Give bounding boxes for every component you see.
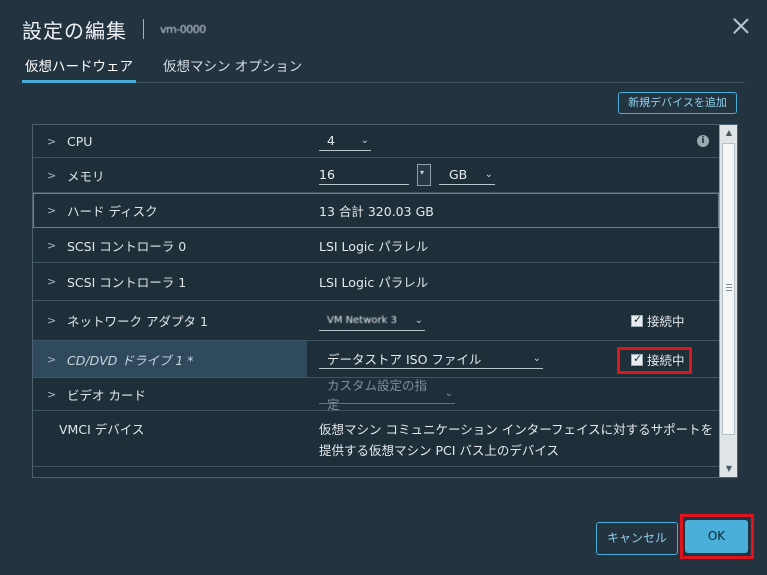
highlight-connected-checkbox bbox=[617, 347, 692, 374]
hardware-row-video-card: > ビデオ カード カスタム設定の指定 ⌄ bbox=[33, 378, 719, 412]
memory-expander[interactable]: > メモリ bbox=[33, 158, 307, 192]
checkbox-checked-icon bbox=[631, 313, 643, 327]
chevron-right-icon: > bbox=[47, 275, 57, 288]
close-icon[interactable] bbox=[733, 18, 749, 34]
video-card-label: ビデオ カード bbox=[67, 387, 146, 403]
edit-settings-dialog: 設定の編集 vm-0000 仮想ハードウェア 仮想マシン オプション 新規デバイ… bbox=[0, 0, 767, 575]
chevron-right-icon: > bbox=[47, 387, 57, 401]
vmci-label: VMCI デバイス bbox=[59, 422, 145, 437]
vmci-label-cell: VMCI デバイス bbox=[33, 411, 307, 438]
hardware-list: > CPU 4 ⌄ i > メモリ 16 ▾ GB ⌄ > ハード ディスク 1… bbox=[33, 125, 719, 467]
hard-disk-summary: 13 合計 320.03 GB bbox=[319, 203, 434, 219]
scsi-1-expander[interactable]: > SCSI コントローラ 1 bbox=[33, 263, 307, 300]
vmci-description: 仮想マシン コミュニケーション インターフェイスに対するサポートを提供する仮想マ… bbox=[319, 422, 714, 458]
cd-dvd-media-value: データストア ISO ファイル bbox=[327, 352, 482, 367]
hard-disk-expander[interactable]: > ハード ディスク bbox=[33, 193, 307, 227]
title-divider bbox=[143, 19, 144, 39]
tab-vm-options[interactable]: 仮想マシン オプション bbox=[160, 57, 305, 83]
memory-label: メモリ bbox=[67, 168, 105, 184]
highlight-ok-button bbox=[680, 514, 754, 559]
hardware-row-scsi-1: > SCSI コントローラ 1 LSI Logic パラレル bbox=[33, 263, 719, 301]
scrollbar-thumb[interactable] bbox=[722, 143, 735, 435]
network-adapter-expander[interactable]: > ネットワーク アダプタ 1 bbox=[33, 301, 307, 340]
vm-name: vm-0000 bbox=[160, 22, 206, 36]
cpu-count-select[interactable]: 4 ⌄ bbox=[319, 131, 371, 151]
chevron-right-icon: > bbox=[47, 238, 57, 252]
chevron-down-icon: ⌄ bbox=[532, 353, 541, 364]
scsi-1-label: SCSI コントローラ 1 bbox=[67, 275, 187, 290]
hardware-row-scsi-0: > SCSI コントローラ 0 LSI Logic パラレル bbox=[33, 228, 719, 263]
chevron-down-icon: ⌄ bbox=[484, 169, 493, 180]
dialog-title: 設定の編集 bbox=[22, 18, 127, 43]
scroll-up-icon[interactable]: ▲ bbox=[720, 125, 737, 141]
scsi-0-type: LSI Logic パラレル bbox=[319, 238, 429, 254]
add-new-device-button[interactable]: 新規デバイスを追加 bbox=[618, 92, 737, 114]
hardware-row-network-adapter: > ネットワーク アダプタ 1 VM Network 3 ⌄ 接続中 bbox=[33, 301, 719, 341]
cd-dvd-expander[interactable]: > CD/DVD ドライブ 1 * bbox=[33, 341, 307, 377]
memory-unit-value: GB bbox=[449, 167, 468, 182]
scroll-down-icon[interactable]: ▼ bbox=[720, 461, 737, 477]
network-connected-label: 接続中 bbox=[647, 314, 685, 329]
tab-virtual-hardware[interactable]: 仮想ハードウェア bbox=[22, 57, 136, 83]
memory-spinner[interactable] bbox=[417, 164, 431, 186]
chevron-down-icon: ⌄ bbox=[414, 314, 423, 326]
chevron-right-icon: > bbox=[47, 314, 57, 327]
chevron-right-icon: > bbox=[47, 352, 57, 366]
network-name: VM Network 3 bbox=[327, 314, 397, 326]
memory-size-input[interactable] bbox=[319, 165, 409, 185]
chevron-right-icon: > bbox=[47, 134, 57, 148]
tab-bar: 仮想ハードウェア 仮想マシン オプション bbox=[22, 57, 745, 83]
cpu-label: CPU bbox=[67, 133, 93, 149]
memory-unit-select[interactable]: GB ⌄ bbox=[439, 165, 495, 185]
chevron-down-icon: ⌄ bbox=[360, 135, 369, 146]
video-card-value: カスタム設定の指定 bbox=[327, 377, 428, 412]
chevron-down-icon: ⌄ bbox=[444, 388, 453, 399]
hardware-row-hard-disk: > ハード ディスク 13 合計 320.03 GB bbox=[33, 193, 719, 228]
chevron-right-icon: > bbox=[47, 203, 57, 217]
scsi-1-type: LSI Logic パラレル bbox=[319, 275, 429, 290]
cpu-expander[interactable]: > CPU bbox=[33, 125, 307, 157]
scsi-0-expander[interactable]: > SCSI コントローラ 0 bbox=[33, 228, 307, 262]
scsi-0-label: SCSI コントローラ 0 bbox=[67, 238, 187, 254]
network-select[interactable]: VM Network 3 ⌄ bbox=[319, 311, 425, 331]
chevron-right-icon: > bbox=[47, 168, 57, 182]
cd-dvd-media-select[interactable]: データストア ISO ファイル ⌄ bbox=[319, 349, 543, 369]
hardware-row-vmci: VMCI デバイス 仮想マシン コミュニケーション インターフェイスに対するサポ… bbox=[33, 411, 719, 467]
cpu-count-value: 4 bbox=[327, 133, 335, 148]
hardware-panel: > CPU 4 ⌄ i > メモリ 16 ▾ GB ⌄ > ハード ディスク 1… bbox=[32, 124, 738, 478]
hard-disk-label: ハード ディスク bbox=[67, 203, 158, 219]
cancel-button[interactable]: キャンセル bbox=[596, 522, 678, 555]
network-connected-checkbox[interactable]: 接続中 bbox=[631, 311, 685, 330]
info-icon[interactable]: i bbox=[697, 135, 709, 147]
vertical-scrollbar[interactable]: ▲ ▼ bbox=[719, 125, 737, 477]
video-card-select: カスタム設定の指定 ⌄ bbox=[319, 378, 455, 412]
hardware-row-cpu: > CPU 4 ⌄ i bbox=[33, 125, 719, 158]
video-card-expander[interactable]: > ビデオ カード bbox=[33, 378, 307, 410]
hardware-row-memory: > メモリ GB ⌄ bbox=[33, 158, 719, 193]
grip-icon bbox=[726, 284, 732, 291]
network-adapter-label: ネットワーク アダプタ 1 bbox=[67, 314, 208, 329]
cd-dvd-label: CD/DVD ドライブ 1 * bbox=[67, 352, 194, 368]
dialog-header: 設定の編集 vm-0000 bbox=[22, 14, 206, 44]
